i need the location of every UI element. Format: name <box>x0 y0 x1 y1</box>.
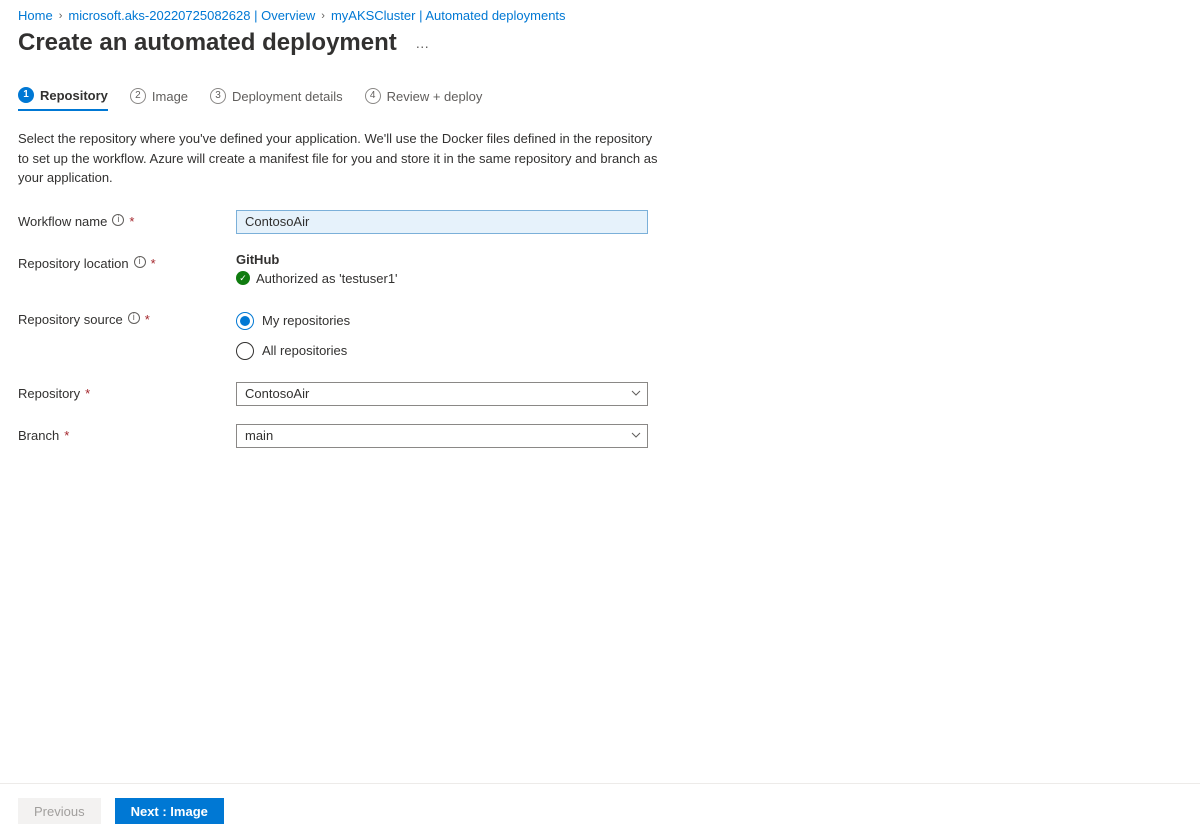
repo-source-label: Repository source <box>18 312 123 327</box>
info-icon[interactable]: i <box>128 312 140 324</box>
chevron-down-icon <box>631 428 641 443</box>
info-icon[interactable]: i <box>112 214 124 226</box>
workflow-name-label: Workflow name <box>18 214 107 229</box>
required-indicator: * <box>85 386 90 401</box>
radio-label: All repositories <box>262 343 347 358</box>
tab-step-number: 1 <box>18 87 34 103</box>
tab-repository[interactable]: 1 Repository <box>18 87 108 111</box>
tab-label: Image <box>152 89 188 104</box>
breadcrumb: Home › microsoft.aks-20220725082628 | Ov… <box>18 8 1182 23</box>
page-title: Create an automated deployment <box>18 29 397 57</box>
radio-label: My repositories <box>262 313 350 328</box>
repository-select-value: ContosoAir <box>245 386 309 401</box>
repo-location-provider: GitHub <box>236 252 398 267</box>
tab-step-number: 4 <box>365 88 381 104</box>
required-indicator: * <box>129 214 134 229</box>
tab-label: Repository <box>40 88 108 103</box>
chevron-right-icon: › <box>321 10 325 22</box>
required-indicator: * <box>145 312 150 327</box>
ellipsis-icon: … <box>415 35 430 51</box>
tab-review-deploy[interactable]: 4 Review + deploy <box>365 87 483 111</box>
chevron-down-icon <box>631 386 641 401</box>
wizard-tabs: 1 Repository 2 Image 3 Deployment detail… <box>18 87 1182 111</box>
wizard-footer: Previous Next : Image <box>0 783 1200 838</box>
tab-step-number: 2 <box>130 88 146 104</box>
tab-step-number: 3 <box>210 88 226 104</box>
previous-button: Previous <box>18 798 101 824</box>
tab-deployment-details[interactable]: 3 Deployment details <box>210 87 343 111</box>
radio-all-repositories[interactable]: All repositories <box>236 342 350 360</box>
workflow-name-input[interactable] <box>236 210 648 234</box>
tab-image[interactable]: 2 Image <box>130 87 188 111</box>
info-icon[interactable]: i <box>134 256 146 268</box>
radio-icon <box>236 312 254 330</box>
required-indicator: * <box>64 428 69 443</box>
repository-select[interactable]: ContosoAir <box>236 382 648 406</box>
tab-label: Deployment details <box>232 89 343 104</box>
required-indicator: * <box>151 256 156 271</box>
breadcrumb-link-overview[interactable]: microsoft.aks-20220725082628 | Overview <box>68 8 315 23</box>
repo-location-authorized: Authorized as 'testuser1' <box>256 271 398 286</box>
radio-my-repositories[interactable]: My repositories <box>236 312 350 330</box>
branch-label: Branch <box>18 428 59 443</box>
tab-description: Select the repository where you've defin… <box>18 129 658 188</box>
repo-location-label: Repository location <box>18 256 129 271</box>
check-circle-icon: ✓ <box>236 271 250 285</box>
breadcrumb-link-deployments[interactable]: myAKSCluster | Automated deployments <box>331 8 566 23</box>
branch-select[interactable]: main <box>236 424 648 448</box>
tab-label: Review + deploy <box>387 89 483 104</box>
next-button[interactable]: Next : Image <box>115 798 224 824</box>
chevron-right-icon: › <box>59 10 63 22</box>
more-actions-button[interactable]: … <box>411 31 435 55</box>
branch-select-value: main <box>245 428 273 443</box>
radio-icon <box>236 342 254 360</box>
breadcrumb-link-home[interactable]: Home <box>18 8 53 23</box>
repository-label: Repository <box>18 386 80 401</box>
